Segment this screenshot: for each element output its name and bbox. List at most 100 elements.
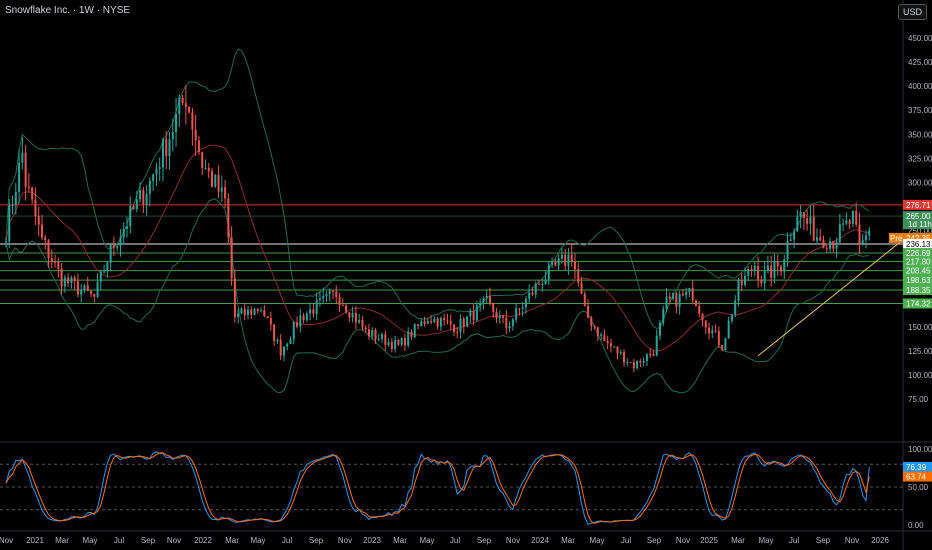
candle-body bbox=[266, 316, 269, 319]
candle-body bbox=[727, 320, 730, 339]
candle-body bbox=[688, 288, 691, 293]
candle-body bbox=[587, 306, 590, 318]
candle-body bbox=[211, 171, 214, 187]
price-tick: 325.00 bbox=[908, 154, 932, 163]
candle-body bbox=[204, 167, 207, 169]
candle-body bbox=[456, 331, 459, 333]
candle-body bbox=[538, 283, 541, 285]
candle-body bbox=[717, 331, 720, 345]
candle-body bbox=[14, 191, 17, 205]
candle-body bbox=[139, 190, 142, 200]
level-price-label: 188.35 bbox=[906, 286, 931, 295]
candle-body bbox=[747, 269, 750, 276]
trendline bbox=[757, 239, 904, 357]
candle-body bbox=[430, 321, 433, 323]
candle-body bbox=[475, 305, 478, 321]
time-tick: Nov bbox=[338, 536, 352, 545]
candle-body bbox=[299, 315, 302, 327]
candle-body bbox=[289, 339, 292, 344]
candle-body bbox=[184, 103, 187, 108]
candle-body bbox=[459, 318, 462, 332]
candle-body bbox=[580, 282, 583, 294]
candle-body bbox=[276, 340, 279, 342]
candle-body bbox=[825, 247, 828, 249]
time-tick: 2022 bbox=[194, 536, 212, 545]
time-tick: Sep bbox=[141, 536, 156, 545]
candle-body bbox=[188, 107, 191, 113]
candle-body bbox=[224, 187, 227, 199]
time-tick: Mar bbox=[561, 536, 575, 545]
candle-body bbox=[417, 324, 420, 327]
candle-body bbox=[704, 320, 707, 328]
candle-body bbox=[158, 167, 161, 169]
candle-body bbox=[737, 280, 740, 301]
candle-body bbox=[50, 258, 53, 262]
candle-body bbox=[750, 269, 753, 271]
candle-body bbox=[403, 338, 406, 346]
currency-button[interactable]: USD bbox=[897, 4, 927, 20]
pre-market-tag: Pre bbox=[890, 234, 903, 243]
candle-body bbox=[214, 174, 217, 187]
candle-body bbox=[119, 237, 122, 246]
candle-body bbox=[521, 307, 524, 309]
candle-body bbox=[8, 205, 11, 242]
candle-body bbox=[148, 180, 151, 194]
candle-body bbox=[557, 258, 560, 266]
chart-container[interactable]: 450.00 425.00 400.00 375.00 350.00 325.00 300.… bbox=[0, 0, 932, 550]
candle-body bbox=[861, 240, 864, 244]
candle-body bbox=[269, 318, 272, 325]
candle-body bbox=[240, 308, 243, 314]
candle-body bbox=[515, 308, 518, 320]
candle-body bbox=[662, 309, 665, 323]
candle-body bbox=[446, 319, 449, 321]
chart-canvas[interactable]: 450.00 425.00 400.00 375.00 350.00 325.00 300.… bbox=[0, 0, 932, 550]
candle-body bbox=[672, 293, 675, 299]
candle-body bbox=[632, 362, 635, 369]
candle-body bbox=[341, 305, 344, 307]
candle-body bbox=[282, 346, 285, 356]
candle-body bbox=[367, 329, 370, 337]
candle-body bbox=[296, 322, 299, 327]
candle-body bbox=[763, 270, 766, 284]
candle-body bbox=[812, 216, 815, 241]
stoch-value-label: 63.74 bbox=[906, 473, 927, 482]
candle-body bbox=[554, 261, 557, 266]
candle-body bbox=[273, 324, 276, 342]
candle-body bbox=[152, 174, 155, 181]
candle-body bbox=[125, 226, 128, 229]
time-tick: Nov bbox=[676, 536, 690, 545]
candle-body bbox=[564, 254, 567, 266]
candle-body bbox=[201, 151, 204, 168]
candle-body bbox=[793, 231, 796, 240]
candle-body bbox=[165, 139, 168, 157]
candle-body bbox=[175, 114, 178, 133]
time-tick: 2024 bbox=[531, 536, 549, 545]
candle-body bbox=[567, 254, 570, 266]
level-price-label: 217.80 bbox=[906, 258, 931, 267]
candle-body bbox=[132, 206, 135, 210]
candle-body bbox=[518, 308, 521, 310]
candle-body bbox=[639, 360, 642, 363]
candle-body bbox=[253, 308, 256, 315]
candle-body bbox=[714, 330, 717, 332]
time-tick: May bbox=[589, 536, 604, 545]
candle-body bbox=[315, 300, 318, 314]
candle-body bbox=[770, 265, 773, 278]
candle-body bbox=[387, 341, 390, 345]
stoch-tick: 0.00 bbox=[908, 521, 924, 530]
candle-body bbox=[551, 261, 554, 265]
candle-body bbox=[129, 206, 132, 227]
time-tick: Sep bbox=[647, 536, 662, 545]
candle-body bbox=[462, 318, 465, 327]
candle-body bbox=[668, 296, 671, 299]
candle-body bbox=[734, 300, 737, 316]
candle-body bbox=[439, 317, 442, 327]
time-tick: Jul bbox=[282, 536, 292, 545]
candle-body bbox=[345, 305, 348, 313]
candle-body bbox=[233, 278, 236, 318]
candle-body bbox=[629, 362, 632, 364]
candle-body bbox=[171, 132, 174, 140]
candle-body bbox=[309, 309, 312, 314]
candle-body bbox=[809, 216, 812, 224]
candle-body bbox=[541, 283, 544, 285]
